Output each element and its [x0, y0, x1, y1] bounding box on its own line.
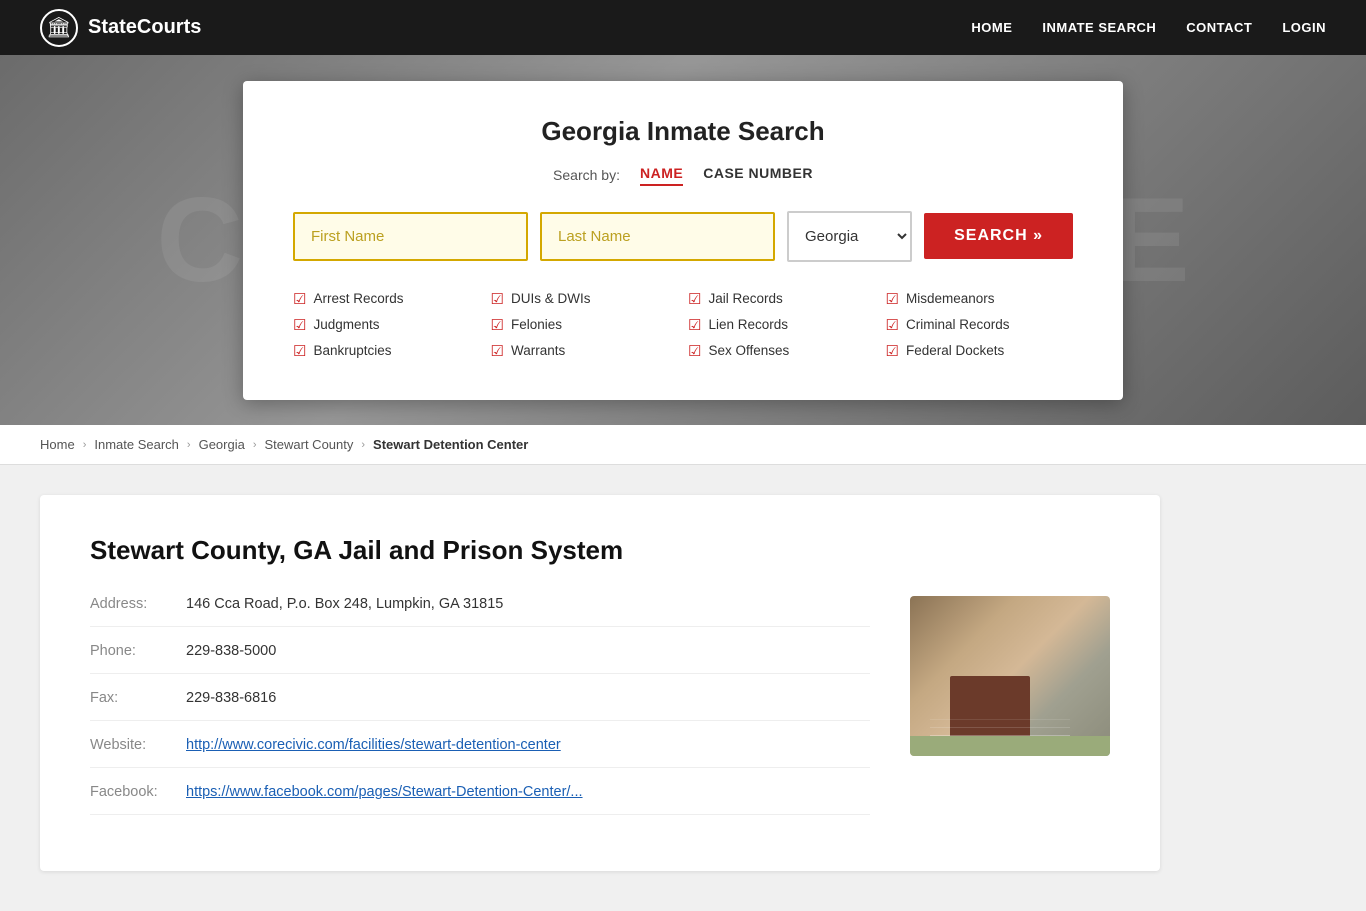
breadcrumb-separator: › — [361, 439, 365, 451]
search-inputs-row: Georgia Alabama Florida Tennessee SEARCH… — [293, 211, 1073, 262]
address-row: Address: 146 Cca Road, P.o. Box 248, Lum… — [90, 596, 870, 627]
facility-details: Address: 146 Cca Road, P.o. Box 248, Lum… — [90, 596, 1110, 831]
check-item: ☑ Jail Records — [688, 290, 876, 308]
address-label: Address: — [90, 596, 170, 612]
check-label: Judgments — [313, 317, 379, 332]
last-name-input[interactable] — [540, 212, 775, 261]
facebook-label: Facebook: — [90, 784, 170, 800]
check-label: Jail Records — [708, 291, 782, 306]
website-link[interactable]: http://www.corecivic.com/facilities/stew… — [186, 737, 561, 753]
breadcrumb-link-stewart-county[interactable]: Stewart County — [265, 437, 354, 452]
check-item: ☑ Judgments — [293, 316, 481, 334]
check-label: DUIs & DWIs — [511, 291, 591, 306]
breadcrumb-separator: › — [187, 439, 191, 451]
check-item: ☑ Criminal Records — [886, 316, 1074, 334]
search-button[interactable]: SEARCH » — [924, 213, 1073, 259]
nav-inmate-search[interactable]: INMATE SEARCH — [1042, 20, 1156, 35]
nav-login[interactable]: LOGIN — [1282, 20, 1326, 35]
check-label: Felonies — [511, 317, 562, 332]
breadcrumb: Home › Inmate Search › Georgia › Stewart Count… — [0, 425, 1366, 465]
check-item: ☑ Warrants — [491, 342, 679, 360]
website-label: Website: — [90, 737, 170, 753]
breadcrumb-link-georgia[interactable]: Georgia — [199, 437, 245, 452]
phone-label: Phone: — [90, 643, 170, 659]
fax-label: Fax: — [90, 690, 170, 706]
tab-case-number[interactable]: CASE NUMBER — [703, 165, 813, 186]
breadcrumb-link-home[interactable]: Home — [40, 437, 75, 452]
fax-value: 229-838-6816 — [186, 690, 276, 706]
content-card: Stewart County, GA Jail and Prison Syste… — [40, 495, 1160, 871]
main-nav: HOME INMATE SEARCH CONTACT LOGIN — [971, 20, 1326, 35]
tab-name[interactable]: NAME — [640, 165, 683, 186]
checkbox-icon: ☑ — [886, 342, 899, 360]
checkbox-icon: ☑ — [293, 342, 306, 360]
check-label: Lien Records — [708, 317, 788, 332]
facility-image — [910, 596, 1110, 756]
check-label: Federal Dockets — [906, 343, 1004, 358]
search-by-row: Search by: NAME CASE NUMBER — [293, 165, 1073, 186]
search-by-label: Search by: — [553, 167, 620, 183]
check-label: Sex Offenses — [708, 343, 789, 358]
check-item: ☑ Sex Offenses — [688, 342, 876, 360]
search-title: Georgia Inmate Search — [293, 116, 1073, 147]
checkbox-icon: ☑ — [491, 290, 504, 308]
check-label: Criminal Records — [906, 317, 1010, 332]
check-label: Arrest Records — [313, 291, 403, 306]
check-item: ☑ Arrest Records — [293, 290, 481, 308]
facebook-row: Facebook: https://www.facebook.com/pages… — [90, 784, 870, 815]
check-item: ☑ Misdemeanors — [886, 290, 1074, 308]
main-content: Stewart County, GA Jail and Prison Syste… — [0, 465, 1200, 911]
check-item: ☑ Lien Records — [688, 316, 876, 334]
check-item: ☑ Felonies — [491, 316, 679, 334]
logo-icon: 🏛 — [40, 9, 78, 47]
checkbox-icon: ☑ — [886, 290, 899, 308]
checkbox-icon: ☑ — [688, 342, 701, 360]
header: 🏛 StateCourts HOME INMATE SEARCH CONTACT… — [0, 0, 1366, 55]
check-item: ☑ Federal Dockets — [886, 342, 1074, 360]
facility-info: Address: 146 Cca Road, P.o. Box 248, Lum… — [90, 596, 870, 831]
breadcrumb-separator: › — [253, 439, 257, 451]
checkbox-icon: ☑ — [491, 316, 504, 334]
checks-grid: ☑ Arrest Records ☑ DUIs & DWIs ☑ Jail Records… — [293, 290, 1073, 360]
check-label: Warrants — [511, 343, 565, 358]
first-name-input[interactable] — [293, 212, 528, 261]
facebook-link[interactable]: https://www.facebook.com/pages/Stewart-D… — [186, 784, 583, 800]
fax-row: Fax: 229-838-6816 — [90, 690, 870, 721]
check-label: Bankruptcies — [313, 343, 391, 358]
building-detail — [930, 735, 1070, 736]
checkbox-icon: ☑ — [688, 316, 701, 334]
checkbox-icon: ☑ — [491, 342, 504, 360]
hero-section: COURTHOUSE Georgia Inmate Search Search … — [0, 55, 1366, 425]
checkbox-icon: ☑ — [886, 316, 899, 334]
logo-text: StateCourts — [88, 16, 201, 39]
nav-contact[interactable]: CONTACT — [1186, 20, 1252, 35]
breadcrumb-current: Stewart Detention Center — [373, 437, 528, 452]
check-label: Misdemeanors — [906, 291, 995, 306]
checkbox-icon: ☑ — [293, 290, 306, 308]
phone-value: 229-838-5000 — [186, 643, 276, 659]
search-card: Georgia Inmate Search Search by: NAME CA… — [243, 81, 1123, 400]
phone-row: Phone: 229-838-5000 — [90, 643, 870, 674]
website-row: Website: http://www.corecivic.com/facili… — [90, 737, 870, 768]
nav-home[interactable]: HOME — [971, 20, 1012, 35]
breadcrumb-link-inmate-search[interactable]: Inmate Search — [94, 437, 179, 452]
checkbox-icon: ☑ — [293, 316, 306, 334]
check-item: ☑ Bankruptcies — [293, 342, 481, 360]
logo[interactable]: 🏛 StateCourts — [40, 9, 201, 47]
state-select[interactable]: Georgia Alabama Florida Tennessee — [787, 211, 912, 262]
checkbox-icon: ☑ — [688, 290, 701, 308]
facility-title: Stewart County, GA Jail and Prison Syste… — [90, 535, 1110, 566]
breadcrumb-separator: › — [83, 439, 87, 451]
address-value: 146 Cca Road, P.o. Box 248, Lumpkin, GA … — [186, 596, 503, 612]
check-item: ☑ DUIs & DWIs — [491, 290, 679, 308]
